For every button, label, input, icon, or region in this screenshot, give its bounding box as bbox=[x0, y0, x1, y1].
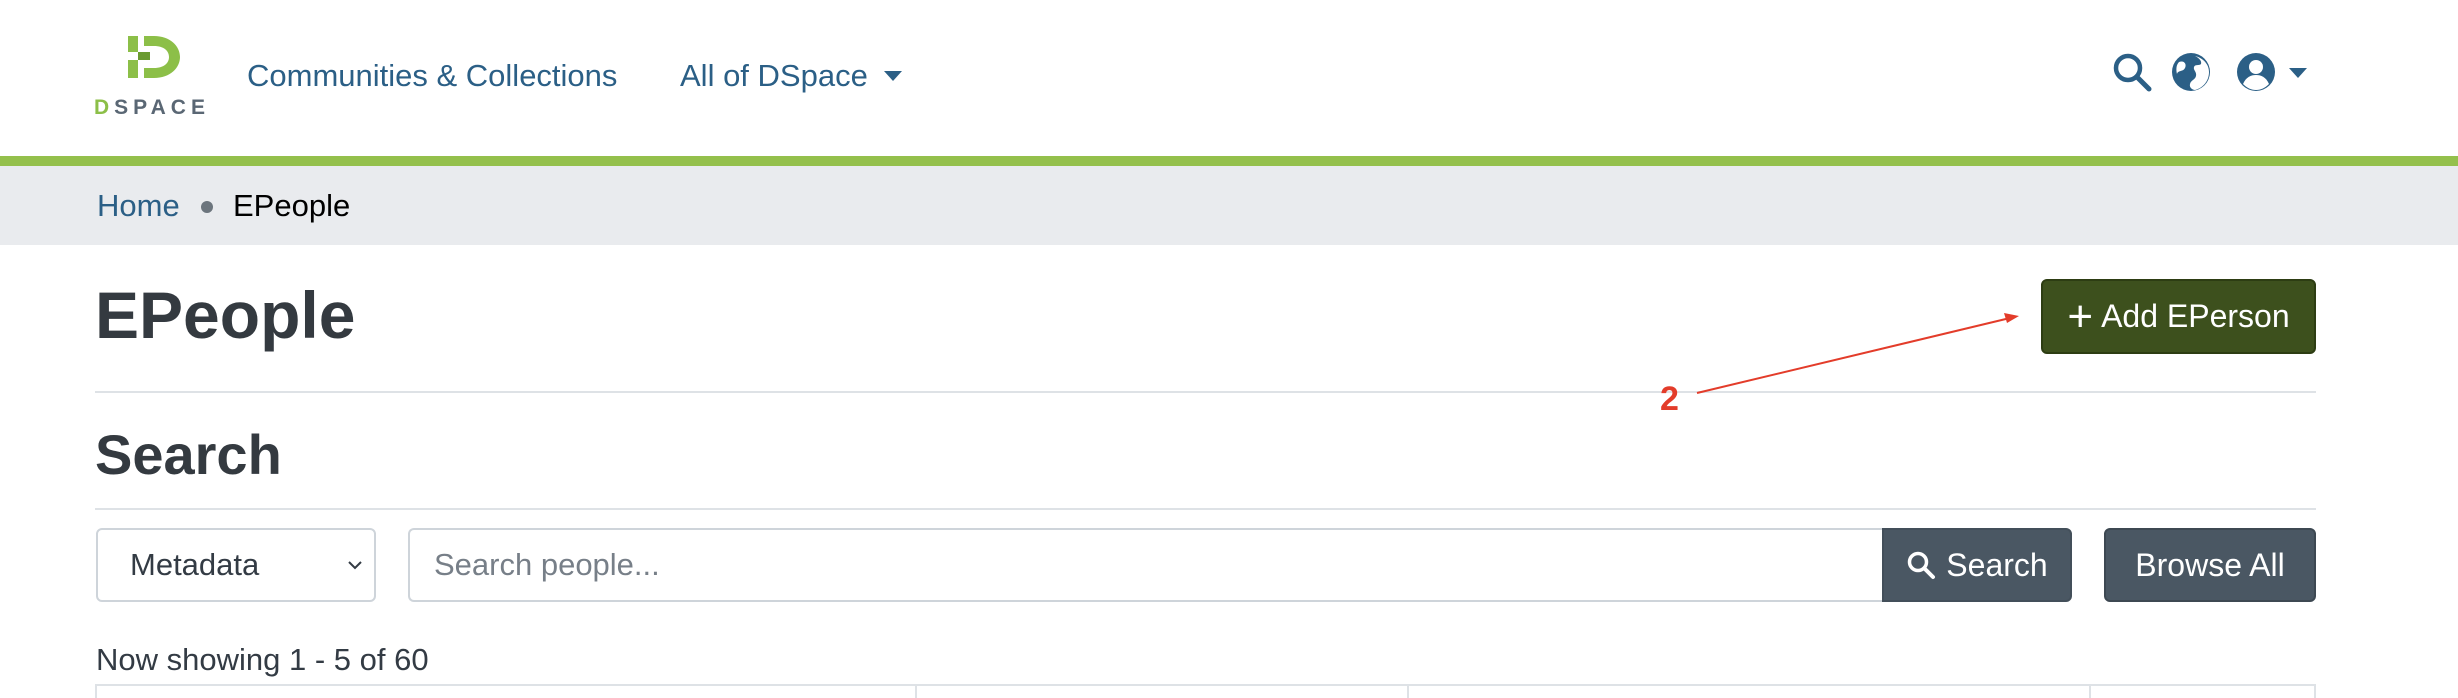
breadcrumb-separator-icon bbox=[201, 201, 213, 213]
title-divider bbox=[95, 391, 2316, 393]
table-column-divider bbox=[915, 684, 917, 698]
nav-all-of-dspace-label: All of DSpace bbox=[680, 58, 868, 93]
table-column-divider bbox=[1407, 684, 1409, 698]
search-icon[interactable] bbox=[2110, 50, 2154, 94]
table-column-divider bbox=[2089, 684, 2091, 698]
header-accent-bar bbox=[0, 156, 2458, 166]
breadcrumb-home-link[interactable]: Home bbox=[97, 184, 180, 228]
site-header: DSPACE Communities & Collections All of … bbox=[0, 0, 2458, 156]
dspace-logo-mark-icon bbox=[128, 36, 180, 78]
search-icon bbox=[1908, 551, 1936, 579]
user-icon[interactable] bbox=[2234, 50, 2278, 94]
search-people-input[interactable] bbox=[408, 528, 1884, 602]
add-eperson-button-label: Add EPerson bbox=[2101, 298, 2290, 334]
breadcrumb: Home EPeople bbox=[0, 166, 2458, 245]
page-title: EPeople bbox=[95, 278, 356, 352]
search-scope-select[interactable]: Metadata bbox=[96, 528, 376, 602]
breadcrumb-current: EPeople bbox=[233, 188, 351, 223]
annotation-label: 2 bbox=[1660, 380, 1679, 418]
globe-icon[interactable] bbox=[2169, 50, 2213, 94]
chevron-down-icon bbox=[883, 71, 902, 81]
search-button[interactable]: Search bbox=[1882, 528, 2072, 602]
dspace-logo-text: DSPACE bbox=[94, 96, 210, 119]
search-button-label: Search bbox=[1946, 546, 2048, 583]
chevron-down-icon bbox=[348, 561, 362, 570]
search-divider bbox=[95, 508, 2316, 510]
plus-icon: + bbox=[2067, 291, 2094, 341]
browse-all-button[interactable]: Browse All bbox=[2104, 528, 2316, 602]
search-section-title: Search bbox=[95, 423, 282, 486]
search-scope-value: Metadata bbox=[130, 547, 260, 582]
user-menu-chevron-down-icon[interactable] bbox=[2289, 68, 2307, 78]
dspace-logo[interactable]: DSPACE bbox=[94, 32, 208, 122]
results-table bbox=[95, 684, 2316, 698]
results-count: Now showing 1 - 5 of 60 bbox=[96, 642, 429, 677]
add-eperson-button[interactable]: + Add EPerson bbox=[2041, 279, 2316, 354]
nav-all-of-dspace-dropdown[interactable]: All of DSpace bbox=[680, 54, 902, 98]
nav-communities-collections[interactable]: Communities & Collections bbox=[247, 54, 617, 98]
